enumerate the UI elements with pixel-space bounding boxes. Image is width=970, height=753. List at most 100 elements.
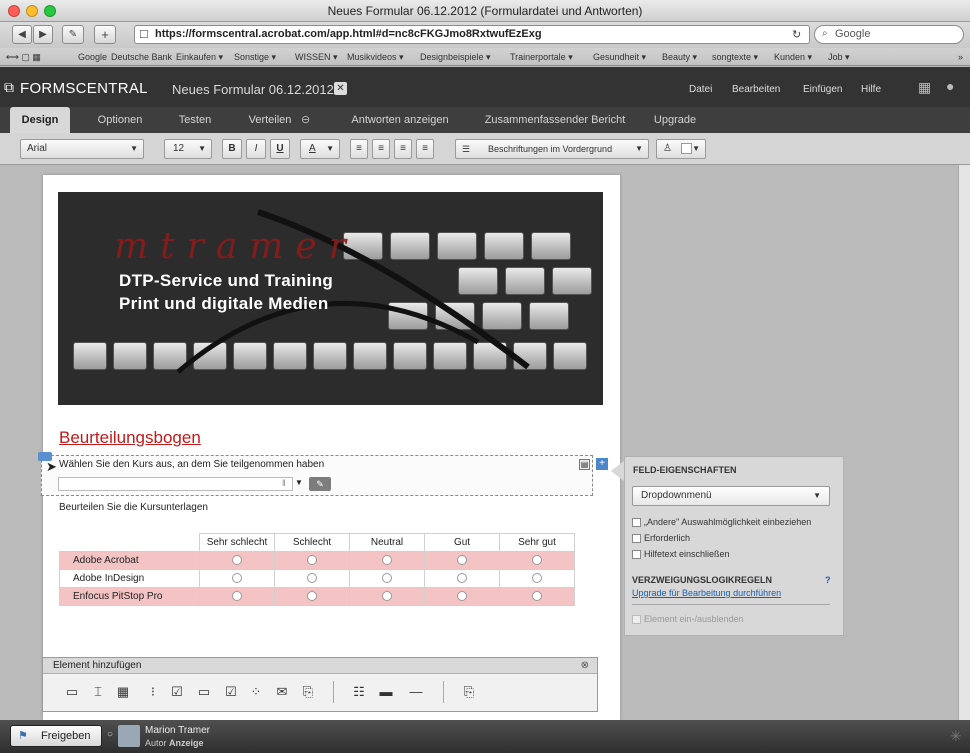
bookmark-kunden[interactable]: Kunden ▾ [774,52,812,63]
bookmark-sonstige[interactable]: Sonstige ▾ [234,52,276,63]
bookmark-designbeispiele[interactable]: Designbeispiele ▾ [420,52,491,63]
radio-option[interactable] [457,555,467,566]
text-color-button[interactable]: A ▼ [300,139,340,159]
font-size-select[interactable]: 12 ▼ [164,139,212,159]
avatar[interactable] [118,725,140,747]
more-bookmarks-icon[interactable]: » [958,52,963,62]
bookmark-beauty[interactable]: Beauty ▾ [662,52,697,63]
checkbox-box[interactable] [632,534,641,544]
page-break-icon[interactable]: ⎘ [458,683,480,701]
form-name[interactable]: Neues Formular 06.12.2012 [172,82,334,97]
forward-button[interactable]: ▶ [33,25,53,44]
menu-hilfe[interactable]: Hilfe [861,84,881,95]
tab-verteilen[interactable]: Verteilen [240,107,300,133]
radio-option[interactable] [532,555,542,566]
question-1-label[interactable]: Wählen Sie den Kurs aus, an dem Sie teil… [59,459,324,470]
radio-option[interactable] [382,573,392,584]
chevron-down-icon[interactable]: ▼ [295,478,303,487]
radio-option[interactable] [307,555,317,566]
bookmark-wissen[interactable]: WISSEN ▾ [295,52,338,63]
checkbox-box[interactable] [632,518,641,528]
search-input[interactable]: Google [814,25,964,44]
image-element-icon[interactable]: ▬ [375,683,397,701]
fill-color-button[interactable]: ♙ ▼ [656,139,706,159]
font-family-select[interactable]: Arial ▼ [20,139,144,159]
menu-datei[interactable]: Datei [689,84,712,95]
radio-option[interactable] [232,555,242,566]
italic-button[interactable]: I [246,139,266,159]
bookmark-einkaufen[interactable]: Einkaufen ▾ [176,52,223,63]
back-button[interactable]: ◀ [12,25,32,44]
radio-group-icon[interactable]: ⁝ [146,683,160,701]
reading-list-icon[interactable]: ⟷ ▢ ▦ [6,52,41,63]
bookmark-songtexte[interactable]: songtexte ▾ [712,52,758,63]
align-right-button[interactable]: ≡ [394,139,412,159]
single-checkbox-icon[interactable]: ☑ [223,683,239,701]
radio-option[interactable] [457,591,467,602]
user-icon[interactable]: ● [946,78,954,94]
field-type-select[interactable]: Dropdownmenü ▼ [632,486,830,506]
edit-choices-icon[interactable]: ✎ [309,477,331,491]
rating-matrix-icon[interactable]: ⁘ [245,683,267,701]
tab-zusammenfassender-bericht[interactable]: Zusammenfassender Bericht [475,107,635,133]
radio-option[interactable] [232,573,242,584]
radio-option[interactable] [382,555,392,566]
share-button[interactable]: ⚑ Freigeben [10,725,102,747]
field-settings-icon[interactable]: ▤ [579,459,590,470]
date-field-icon[interactable]: ▦ [113,683,133,701]
close-form-icon[interactable]: ✕ [334,82,347,95]
course-dropdown[interactable] [58,477,293,491]
question-2-label[interactable]: Beurteilen Sie die Kursunterlagen [59,502,208,513]
radio-option[interactable] [307,591,317,602]
radio-option[interactable] [457,573,467,584]
text-block-icon[interactable]: ☷ [348,683,370,701]
tab-upgrade[interactable]: Upgrade [645,107,705,133]
single-line-field-icon[interactable]: ▭ [61,683,83,701]
form-title[interactable]: Beurteilungsbogen [59,428,201,448]
checkbox-group-icon[interactable]: ☑ [170,683,184,701]
paragraph-field-icon[interactable]: ⌶ [88,683,108,701]
radio-option[interactable] [382,591,392,602]
bookmark-trainerportale[interactable]: Trainerportale ▾ [510,52,573,63]
bookmark-pin-icon[interactable]: ✎ [62,25,84,44]
dropdown-field-icon[interactable]: ▭ [193,683,215,701]
radio-option[interactable] [532,573,542,584]
file-attachment-icon[interactable]: ⎘ [297,683,319,701]
radio-option[interactable] [532,591,542,602]
bold-button[interactable]: B [222,139,242,159]
close-panel-icon[interactable]: ⊗ [581,660,589,671]
apps-grid-icon[interactable]: ▦ [918,79,931,96]
align-center-button[interactable]: ≡ [372,139,390,159]
menu-bearbeiten[interactable]: Bearbeiten [732,84,780,95]
bookmark-musikvideos[interactable]: Musikvideos ▾ [347,52,404,63]
help-text-checkbox[interactable]: Hilfetext einschließen [632,549,730,560]
separator-line-icon[interactable]: — [403,683,429,701]
menu-einfuegen[interactable]: Einfügen [803,84,842,95]
checkbox-box[interactable] [632,550,641,560]
logic-help-icon[interactable]: ? [825,575,831,585]
align-left-button[interactable]: ≡ [350,139,368,159]
radio-option[interactable] [232,591,242,602]
tab-testen[interactable]: Testen [170,107,220,133]
label-position-select[interactable]: ☰ Beschriftungen im Vordergrund ▼ [455,139,649,159]
tab-antworten-anzeigen[interactable]: Antworten anzeigen [340,107,460,133]
add-field-icon[interactable]: + [596,458,608,470]
upgrade-link[interactable]: Upgrade für Bearbeitung durchführen [632,588,781,598]
underline-button[interactable]: U [270,139,290,159]
bookmark-gesundheit[interactable]: Gesundheit ▾ [593,52,646,63]
reload-icon[interactable]: ↻ [792,28,801,41]
include-other-checkbox[interactable]: „Andere" Auswahlmöglichkeit einbeziehen [632,517,811,528]
tab-optionen[interactable]: Optionen [90,107,150,133]
bookmark-deutsche-bank[interactable]: Deutsche Bank [111,52,172,62]
bookmark-google[interactable]: Google [78,52,107,62]
add-bookmark-button[interactable]: + [94,25,116,44]
radio-option[interactable] [307,573,317,584]
tab-design[interactable]: Design [10,107,70,133]
bookmark-job[interactable]: Job ▾ [828,52,850,63]
required-checkbox[interactable]: Erforderlich [632,533,690,544]
vertical-scrollbar[interactable] [958,165,970,720]
align-justify-button[interactable]: ≡ [416,139,434,159]
checkbox-box[interactable] [632,615,641,625]
toggle-element-checkbox[interactable]: Element ein-/ausblenden [632,614,744,625]
address-bar[interactable]: https://formscentral.acrobat.com/app.htm… [134,25,810,44]
